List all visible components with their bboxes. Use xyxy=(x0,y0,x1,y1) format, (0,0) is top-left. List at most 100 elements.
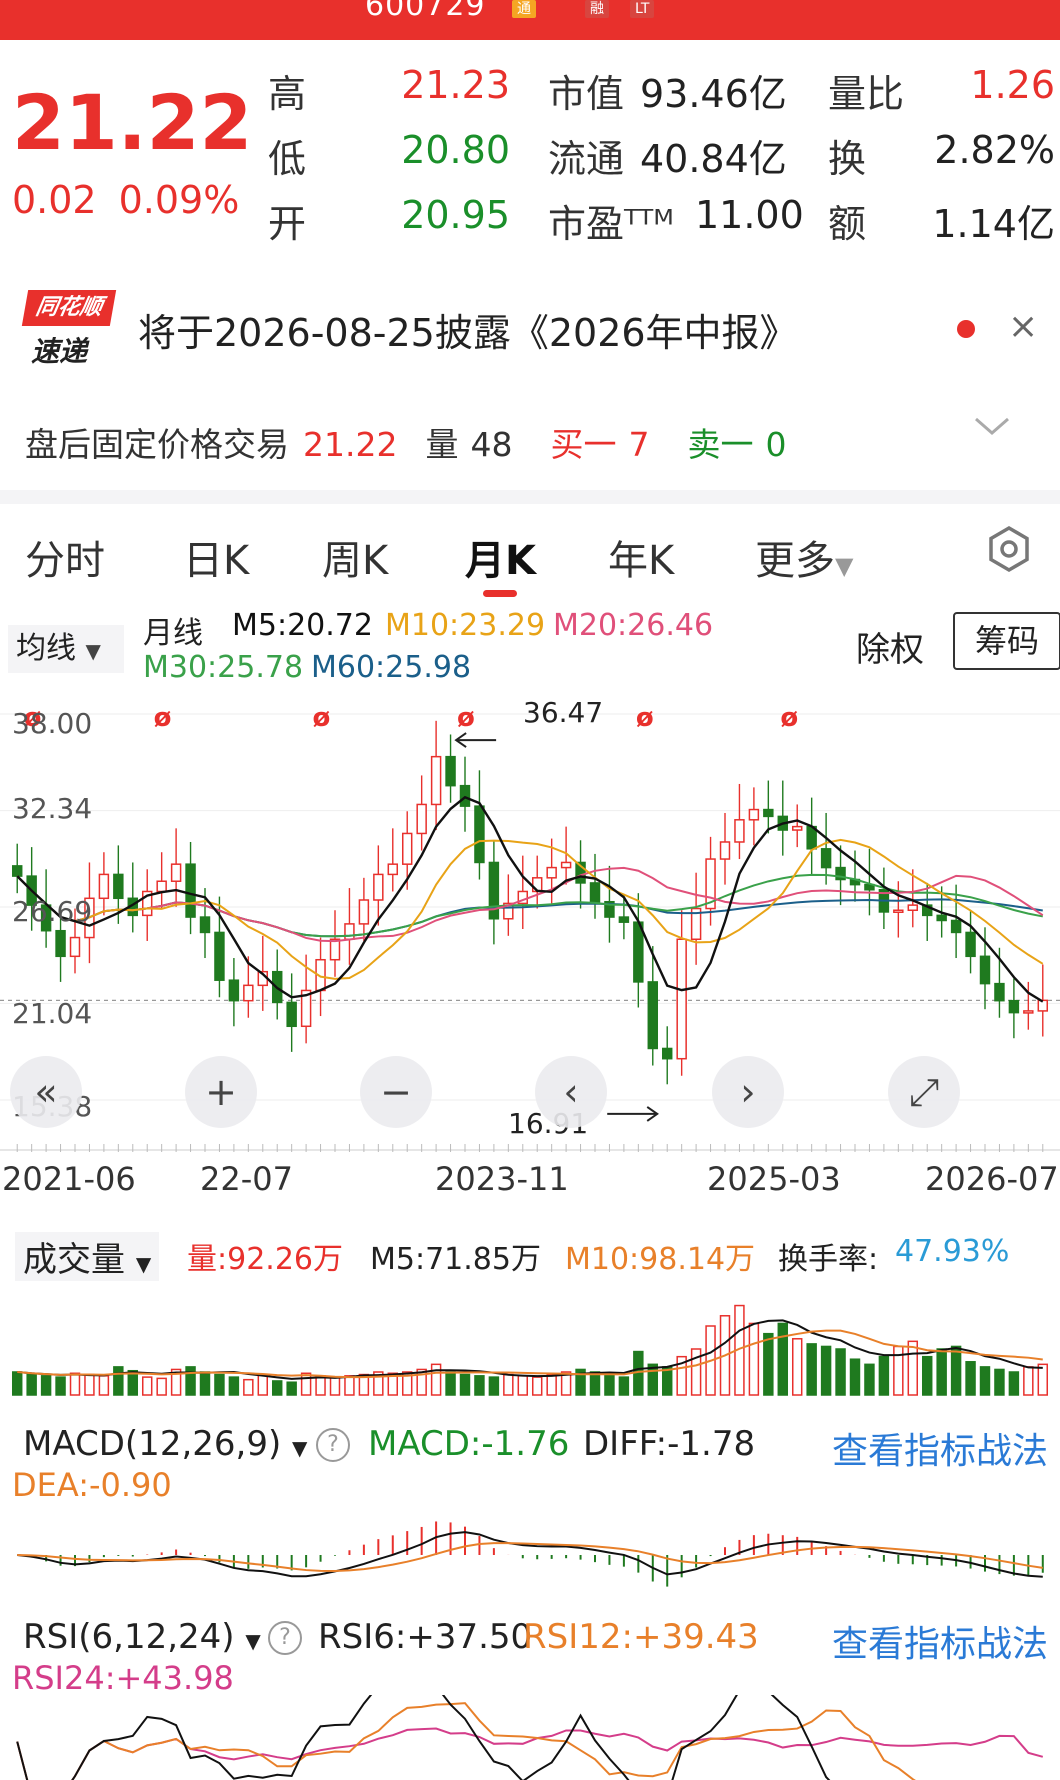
volume-bar xyxy=(589,1371,601,1396)
candle-body xyxy=(1023,1010,1034,1014)
candle-body xyxy=(820,848,832,869)
volume-bar xyxy=(517,1375,529,1396)
change-percent: 0.09% xyxy=(118,178,240,222)
volume-bar xyxy=(344,1375,355,1396)
candle-body xyxy=(214,931,225,981)
buy1-value: 7 xyxy=(628,425,650,464)
candle-body xyxy=(358,899,370,925)
volume-bar xyxy=(1008,1371,1020,1396)
tab-intraday[interactable]: 分时 xyxy=(25,528,105,586)
x-tick-label: 22-07 xyxy=(200,1160,293,1198)
chevron-left-icon[interactable]: ‹ xyxy=(535,1056,607,1128)
ma5-value: M5:20.72 xyxy=(232,608,373,643)
indicator-strategy-link[interactable]: 查看指标战法 xyxy=(832,1615,1048,1667)
tag-rong: 融 xyxy=(585,0,609,18)
tab-weekly-k[interactable]: 周K xyxy=(322,528,388,586)
ma-selector[interactable]: 均线 ▼ xyxy=(8,625,124,673)
candle-body xyxy=(445,755,456,787)
volume-bar xyxy=(459,1373,471,1396)
macd-value: MACD:-1.76 xyxy=(368,1424,570,1464)
candle-body xyxy=(589,882,601,903)
low-label: 低 xyxy=(268,137,307,181)
ma20-value: M20:26.46 xyxy=(553,608,714,643)
candle-body xyxy=(893,909,904,913)
rsi-selector[interactable]: RSI(6,12,24) ▼ xyxy=(15,1617,269,1657)
tab-more[interactable]: 更多▼ xyxy=(755,528,853,586)
chevron-right-icon[interactable]: › xyxy=(712,1056,784,1128)
fullscreen-icon[interactable]: ⤢ xyxy=(888,1056,960,1128)
volume-bar xyxy=(185,1366,196,1396)
stock-code: 600729 xyxy=(365,0,486,23)
volume-bar xyxy=(864,1363,875,1396)
volume-chart xyxy=(11,1304,1049,1396)
current-price: 21.22 xyxy=(12,78,253,167)
candle-body xyxy=(373,873,384,901)
macd-selector[interactable]: MACD(12,26,9) ▼ xyxy=(15,1424,316,1464)
after-hours-row[interactable]: 盘后固定价格交易 21.22 量 48 买一 7 卖一 0 xyxy=(25,418,800,466)
candle-body xyxy=(791,825,803,831)
tag-tong: 通 xyxy=(512,0,536,18)
caret-down-icon: ▼ xyxy=(835,552,854,580)
volume-bar xyxy=(748,1322,760,1396)
help-icon[interactable]: ? xyxy=(316,1428,350,1462)
caret-down-icon: ▼ xyxy=(245,1629,261,1653)
rewind-icon[interactable]: « xyxy=(10,1056,82,1128)
rsi6-value: RSI6:+37.50 xyxy=(318,1617,533,1657)
sell1-value: 0 xyxy=(765,425,787,464)
help-icon[interactable]: ? xyxy=(268,1621,302,1655)
high-label: 高 xyxy=(268,72,307,116)
volume-bar xyxy=(55,1376,66,1396)
volume-bar xyxy=(777,1322,789,1396)
close-icon[interactable]: × xyxy=(1008,306,1038,347)
volume-bar xyxy=(878,1355,890,1396)
volume-bar xyxy=(604,1373,615,1396)
indicator-strategy-link[interactable]: 查看指标战法 xyxy=(832,1422,1048,1474)
diff-value: DIFF:-1.78 xyxy=(583,1424,756,1464)
rsi-selector-label: RSI(6,12,24) xyxy=(23,1617,235,1657)
y-tick-label: 21.04 xyxy=(12,997,93,1030)
volume-bar xyxy=(820,1345,832,1396)
chevron-down-icon[interactable] xyxy=(972,410,1012,450)
candle-body xyxy=(994,982,1005,1002)
notice-text[interactable]: 将于2026-08-25披露《2026年中报》 xyxy=(138,302,798,357)
candle-body xyxy=(113,873,124,900)
rsi24-value: RSI24:+43.98 xyxy=(12,1659,234,1697)
volume-bar xyxy=(315,1375,326,1396)
volume-bar xyxy=(430,1363,442,1396)
volume-bar xyxy=(950,1345,962,1396)
title-bar: 600729 通 融 LT xyxy=(0,0,1060,40)
volume-bar xyxy=(69,1372,81,1396)
tab-yearly-k[interactable]: 年K xyxy=(608,528,674,586)
high-value: 21.23 xyxy=(401,63,510,107)
volume-bar xyxy=(921,1355,933,1396)
volume-bar xyxy=(474,1375,485,1396)
zoom-out-icon[interactable]: − xyxy=(360,1056,432,1128)
settings-icon[interactable] xyxy=(985,525,1033,573)
tab-daily-k[interactable]: 日K xyxy=(183,528,249,586)
candle-body xyxy=(11,865,23,877)
float-label: 流通 xyxy=(548,137,625,181)
volume-bar xyxy=(286,1381,297,1396)
tab-monthly-k[interactable]: 月K xyxy=(465,528,536,586)
volratio-value: 1.26 xyxy=(970,63,1055,107)
volume-bar xyxy=(1023,1366,1034,1396)
zoom-in-icon[interactable]: + xyxy=(185,1056,257,1128)
tab-more-label: 更多 xyxy=(755,538,835,584)
float-value: 40.84亿 xyxy=(640,137,787,181)
rsi12-value: RSI12:+39.43 xyxy=(523,1617,759,1657)
candle-body xyxy=(979,955,991,985)
caret-down-icon: ▼ xyxy=(292,1436,308,1460)
ex-rights-toggle[interactable]: 除权 xyxy=(856,622,924,671)
ma60-value: M60:25.98 xyxy=(311,650,472,685)
mktcap-label: 市值 xyxy=(548,72,625,116)
amount-value: 1.14亿 xyxy=(932,202,1055,246)
open-label: 开 xyxy=(268,202,307,246)
candle-body xyxy=(560,861,572,869)
candle-body xyxy=(950,919,962,934)
volume-bar xyxy=(329,1376,341,1396)
chip-distribution-button[interactable]: 筹码 xyxy=(953,612,1060,670)
candle-body xyxy=(459,784,471,807)
volume-bar xyxy=(257,1373,269,1396)
volume-bar xyxy=(141,1376,153,1396)
sell1-label: 卖一 xyxy=(687,425,754,464)
